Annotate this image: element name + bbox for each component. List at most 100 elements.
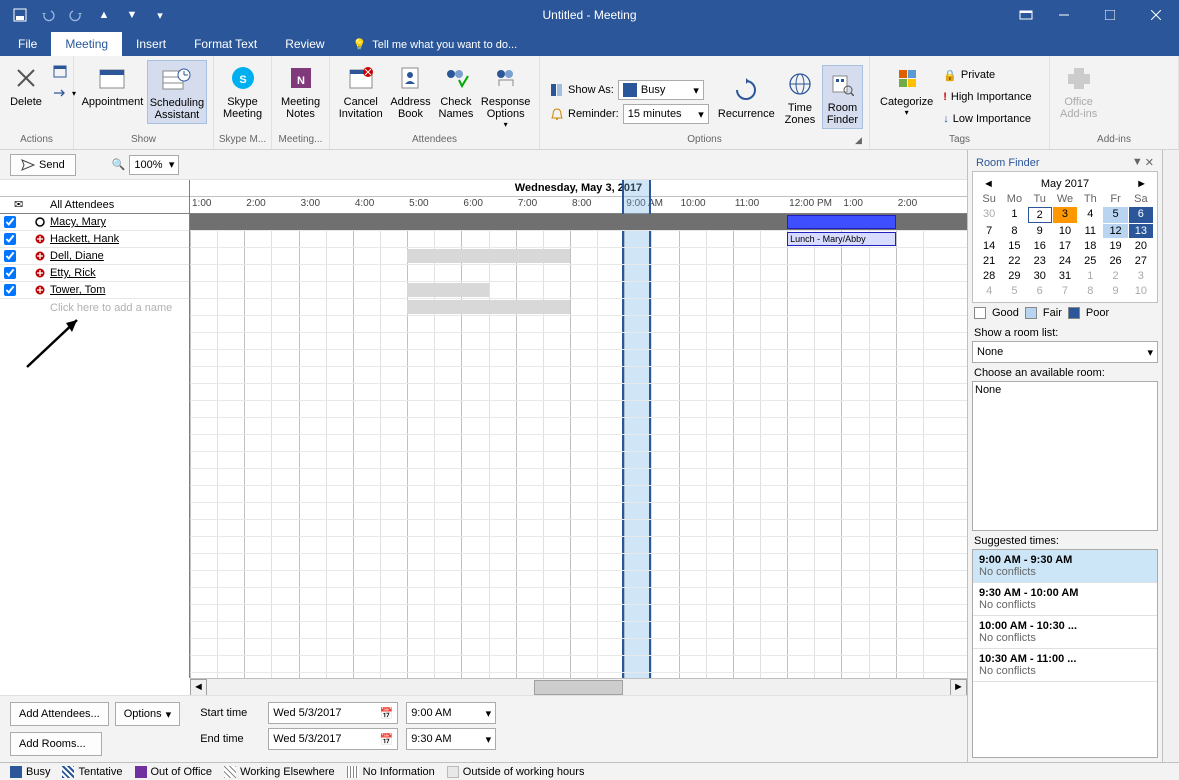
calendar-day[interactable]: 22 <box>1002 254 1026 268</box>
recurrence-button[interactable]: Recurrence <box>715 72 778 122</box>
calendar-day[interactable]: 5 <box>1103 207 1127 223</box>
suggested-time-item[interactable]: 9:00 AM - 9:30 AMNo conflicts <box>973 550 1157 583</box>
suggested-time-item[interactable]: 9:30 AM - 10:00 AMNo conflicts <box>973 583 1157 616</box>
maximize-button[interactable] <box>1087 0 1133 30</box>
zoom-icon[interactable]: 🔍 <box>112 158 126 171</box>
tab-file[interactable]: File <box>4 32 51 56</box>
pane-close-icon[interactable]: ✕ <box>1145 156 1154 169</box>
address-book-button[interactable]: Address Book <box>387 60 433 122</box>
calendar-day[interactable]: 31 <box>1053 269 1077 283</box>
options-dialog-launcher[interactable]: ◢ <box>855 135 867 147</box>
calendar-day[interactable]: 23 <box>1028 254 1052 268</box>
calendar-day[interactable]: 9 <box>1028 224 1052 238</box>
tab-tellme[interactable]: 💡 Tell me what you want to do... <box>339 33 532 56</box>
calendar-day[interactable]: 18 <box>1078 239 1102 253</box>
calendar-day[interactable]: 26 <box>1103 254 1127 268</box>
qat-customize-icon[interactable]: ▾ <box>148 3 172 27</box>
private-button[interactable]: 🔒Private <box>939 64 1035 86</box>
attendee-row[interactable]: Macy, Mary <box>0 214 189 231</box>
attendee-name[interactable]: Dell, Diane <box>50 250 104 262</box>
calendar-day[interactable]: 4 <box>1078 207 1102 223</box>
tab-insert[interactable]: Insert <box>122 32 180 56</box>
calendar-day[interactable]: 30 <box>1028 269 1052 283</box>
send-button[interactable]: Send <box>10 154 76 176</box>
calendar-day[interactable]: 8 <box>1002 224 1026 238</box>
appointment-button[interactable]: Appointment <box>80 60 145 110</box>
showas-combo[interactable]: Busy ▾ <box>618 80 704 100</box>
calendar-day[interactable]: 1 <box>1078 269 1102 283</box>
meeting-notes-button[interactable]: N Meeting Notes <box>278 60 323 122</box>
calendar-day[interactable]: 21 <box>977 254 1001 268</box>
end-time-combo[interactable]: 9:30 AM▾ <box>406 728 496 750</box>
attendee-checkbox[interactable] <box>4 233 16 245</box>
calendar-day[interactable]: 5 <box>1002 284 1026 298</box>
tab-meeting[interactable]: Meeting <box>51 32 122 56</box>
qat-prev-icon[interactable]: ▲ <box>92 3 116 27</box>
qat-redo-icon[interactable] <box>64 3 88 27</box>
add-attendee-input[interactable]: Click here to add a name <box>0 299 189 316</box>
calendar-day[interactable]: 6 <box>1129 207 1153 223</box>
calendar-day[interactable]: 2 <box>1028 207 1052 223</box>
tab-review[interactable]: Review <box>271 32 338 56</box>
prev-month-button[interactable]: ◄ <box>979 178 998 190</box>
calendar-day[interactable]: 10 <box>1129 284 1153 298</box>
calendar-day[interactable]: 12 <box>1103 224 1127 238</box>
close-button[interactable] <box>1133 0 1179 30</box>
next-month-button[interactable]: ► <box>1132 178 1151 190</box>
scroll-right-button[interactable]: ► <box>950 679 967 696</box>
room-list-combo[interactable]: None▾ <box>972 341 1158 363</box>
calendar-day[interactable]: 1 <box>1002 207 1026 223</box>
calendar-day[interactable]: 16 <box>1028 239 1052 253</box>
attendee-row[interactable]: Etty, Rick <box>0 265 189 282</box>
calendar-day[interactable]: 10 <box>1053 224 1077 238</box>
calendar-day[interactable]: 7 <box>1053 284 1077 298</box>
calendar-day[interactable]: 15 <box>1002 239 1026 253</box>
categorize-button[interactable]: Categorize ▾ <box>876 60 937 119</box>
delete-button[interactable]: Delete <box>6 60 46 110</box>
attendee-name[interactable]: Macy, Mary <box>50 216 106 228</box>
add-attendees-button[interactable]: Add Attendees... <box>10 702 109 726</box>
calendar-day[interactable]: 19 <box>1103 239 1127 253</box>
office-addins-button[interactable]: Office Add-ins <box>1056 60 1101 122</box>
response-options-button[interactable]: Response Options ▾ <box>478 60 533 131</box>
calendar-day[interactable]: 11 <box>1078 224 1102 238</box>
high-importance-button[interactable]: !High Importance <box>939 86 1035 108</box>
calendar-day[interactable]: 3 <box>1053 207 1077 223</box>
attendee-name[interactable]: Etty, Rick <box>50 267 96 279</box>
options-button[interactable]: Options▾ <box>115 702 180 726</box>
calendar-day[interactable]: 13 <box>1129 224 1153 238</box>
skype-meeting-button[interactable]: S Skype Meeting <box>220 60 265 122</box>
scheduling-assistant-button[interactable]: Scheduling Assistant <box>147 60 207 124</box>
check-names-button[interactable]: Check Names <box>436 60 477 122</box>
calendar-day[interactable]: 17 <box>1053 239 1077 253</box>
start-time-combo[interactable]: 9:00 AM▾ <box>406 702 496 724</box>
attendee-row[interactable]: Tower, Tom <box>0 282 189 299</box>
available-rooms-list[interactable]: None <box>972 381 1158 531</box>
qat-next-icon[interactable]: ▼ <box>120 3 144 27</box>
calendar-day[interactable]: 28 <box>977 269 1001 283</box>
calendar-day[interactable]: 6 <box>1028 284 1052 298</box>
attendee-name[interactable]: Tower, Tom <box>50 284 105 296</box>
appointment-lunch[interactable]: Lunch - Mary/Abby <box>787 232 896 246</box>
scroll-left-button[interactable]: ◄ <box>190 679 207 696</box>
suggested-time-item[interactable]: 10:30 AM - 11:00 ...No conflicts <box>973 649 1157 682</box>
horizontal-scrollbar[interactable]: ◄ ► <box>190 678 967 695</box>
time-zones-button[interactable]: Time Zones <box>780 66 820 128</box>
ribbon-options-icon[interactable] <box>1011 0 1041 30</box>
cancel-invitation-button[interactable]: Cancel Invitation <box>336 60 385 122</box>
calendar-day[interactable]: 14 <box>977 239 1001 253</box>
minimize-button[interactable] <box>1041 0 1087 30</box>
calendar-day[interactable]: 7 <box>977 224 1001 238</box>
calendar-day[interactable]: 9 <box>1103 284 1127 298</box>
time-grid[interactable]: Wednesday, May 3, 2017 1:002:003:004:005… <box>190 180 967 678</box>
tab-format-text[interactable]: Format Text <box>180 32 271 56</box>
pane-menu-icon[interactable]: ▼ <box>1132 156 1143 169</box>
attendee-checkbox[interactable] <box>4 284 16 296</box>
attendee-checkbox[interactable] <box>4 216 16 228</box>
room-finder-button[interactable]: Room Finder <box>822 65 863 129</box>
calendar-day[interactable]: 27 <box>1129 254 1153 268</box>
calendar-day[interactable]: 2 <box>1103 269 1127 283</box>
calendar-day[interactable]: 4 <box>977 284 1001 298</box>
attendee-name[interactable]: Hackett, Hank <box>50 233 119 245</box>
calendar-day[interactable]: 3 <box>1129 269 1153 283</box>
